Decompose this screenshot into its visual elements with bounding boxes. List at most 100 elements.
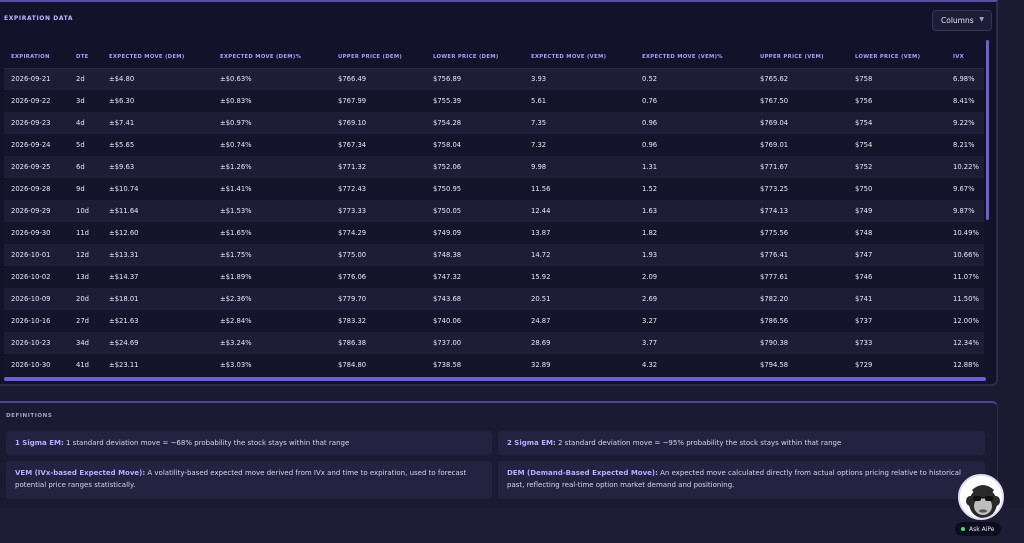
table-cell: $748 — [855, 229, 873, 237]
table-row[interactable]: 2026-09-28 9d ±$10.74 ±$1.41% $772.43 $750.95… — [4, 178, 984, 200]
column-header[interactable]: EXPECTED MOVE (VEM) — [524, 46, 635, 69]
table-body: 2026-09-21 2d ±$4.80 ±$0.63% $766.49 $756.89 3… — [4, 68, 984, 376]
columns-button-label: Columns — [941, 16, 974, 25]
table-cell: $769.04 — [760, 119, 789, 127]
table-cell: $771.67 — [760, 163, 789, 171]
columns-button[interactable]: Columns ▼ — [932, 10, 992, 31]
table-cell: $786.38 — [338, 339, 367, 347]
table-cell: $775.56 — [760, 229, 789, 237]
table-cell: 3.27 — [642, 317, 658, 325]
table-cell: ±$3.03% — [220, 361, 252, 369]
definition-text: 1 standard deviation move = ~68% probabi… — [63, 439, 350, 447]
column-header[interactable]: DTE — [69, 46, 102, 69]
table-cell: 2026-10-02 — [11, 273, 51, 281]
table-cell: $790.38 — [760, 339, 789, 347]
table-cell: 34d — [76, 339, 89, 347]
table-cell: $769.10 — [338, 119, 367, 127]
table-cell: ±$0.63% — [220, 75, 252, 84]
table-cell: ±$0.74% — [220, 141, 252, 149]
table-cell: ±$1.89% — [220, 273, 252, 281]
table-cell: ±$5.65 — [109, 141, 135, 149]
table-cell: $738.58 — [433, 361, 462, 369]
column-header[interactable]: EXPECTED MOVE (VEM)% — [635, 46, 753, 69]
table-cell: $729 — [855, 361, 873, 369]
column-header[interactable]: LOWER PRICE (DEM) — [426, 46, 524, 69]
table-cell: $767.34 — [338, 141, 367, 149]
definition-text: 2 standard deviation move = ~95% probabi… — [555, 439, 842, 447]
table-row[interactable]: 2026-10-16 27d ±$21.63 ±$2.84% $783.32 $740.0… — [4, 310, 984, 332]
table-row[interactable]: 2026-10-23 34d ±$24.69 ±$3.24% $786.38 $737.0… — [4, 332, 984, 354]
table-cell: ±$11.64 — [109, 207, 139, 215]
ask-assistant-button[interactable]: Ask AiPe — [955, 522, 1001, 536]
table-row[interactable]: 2026-09-23 4d ±$7.41 ±$0.97% $769.10 $754.28 7… — [4, 112, 984, 134]
table-cell: 12.88% — [953, 361, 979, 369]
table-cell: $758 — [855, 75, 873, 84]
table-cell: 1.52 — [642, 185, 658, 193]
chevron-down-icon: ▼ — [979, 16, 984, 23]
table-row[interactable]: 2026-09-21 2d ±$4.80 ±$0.63% $766.49 $756.89 3… — [4, 68, 984, 90]
table-cell: 41d — [76, 361, 89, 369]
table-cell: $754.28 — [433, 119, 462, 127]
table-cell: $782.20 — [760, 295, 789, 303]
table-cell: 14.72 — [531, 251, 551, 259]
vertical-scrollbar[interactable] — [986, 40, 989, 220]
footer-area — [0, 508, 1024, 543]
expiration-table-container[interactable]: EXPIRATION DTE EXPECTED MOVE (DEM) EXPEC… — [4, 46, 984, 376]
table-cell: 2.09 — [642, 273, 658, 281]
horizontal-scrollbar[interactable] — [4, 377, 986, 381]
table-row[interactable]: 2026-10-01 12d ±$13.31 ±$1.75% $775.00 $748.3… — [4, 244, 984, 266]
table-row[interactable]: 2026-10-30 41d ±$23.11 ±$3.03% $784.80 $738.5… — [4, 354, 984, 376]
assistant-avatar-button[interactable] — [958, 474, 1004, 520]
table-row[interactable]: 2026-09-30 11d ±$12.60 ±$1.65% $774.29 $749.0… — [4, 222, 984, 244]
table-cell: $769.01 — [760, 141, 789, 149]
table-cell: 2.69 — [642, 295, 658, 303]
column-header[interactable]: EXPECTED MOVE (DEM) — [102, 46, 213, 69]
definition-term: VEM (IVx-based Expected Move): — [15, 469, 146, 477]
table-cell: ±$0.97% — [220, 119, 252, 127]
table-cell: ±$13.31 — [109, 251, 139, 259]
column-header[interactable]: EXPECTED MOVE (DEM)% — [213, 46, 331, 69]
table-row[interactable]: 2026-10-02 13d ±$14.37 ±$1.89% $776.06 $747.3… — [4, 266, 984, 288]
table-row[interactable]: 2026-10-09 20d ±$18.01 ±$2.36% $779.70 $743.6… — [4, 288, 984, 310]
column-header[interactable]: UPPER PRICE (VEM) — [753, 46, 848, 69]
definition-card-2-sigma: 2 Sigma EM: 2 standard deviation move = … — [498, 431, 985, 455]
table-cell: $754 — [855, 141, 873, 149]
table-cell: 32.89 — [531, 361, 551, 369]
table-row[interactable]: 2026-09-22 3d ±$6.30 ±$0.83% $767.99 $755.39 5… — [4, 90, 984, 112]
table-cell: 24.87 — [531, 317, 551, 325]
definition-card-vem: VEM (IVx-based Expected Move): A volatil… — [6, 461, 492, 499]
column-header[interactable]: UPPER PRICE (DEM) — [331, 46, 426, 69]
column-header[interactable]: LOWER PRICE (VEM) — [848, 46, 946, 69]
table-cell: 1.82 — [642, 229, 658, 237]
table-cell: 2026-10-23 — [11, 339, 51, 347]
table-cell: $774.29 — [338, 229, 367, 237]
table-cell: 9d — [76, 185, 85, 193]
table-cell: 0.96 — [642, 141, 658, 149]
table-cell: $775.00 — [338, 251, 367, 259]
table-cell: 10.22% — [953, 163, 979, 171]
table-cell: ±$1.41% — [220, 185, 252, 193]
table-cell: $783.32 — [338, 317, 367, 325]
table-cell: 13d — [76, 273, 89, 281]
column-header[interactable]: EXPIRATION — [4, 46, 69, 69]
table-cell: $777.61 — [760, 273, 789, 281]
table-cell: $779.70 — [338, 295, 367, 303]
table-cell: 8.41% — [953, 97, 975, 105]
definition-term: DEM (Demand-Based Expected Move): — [507, 469, 658, 477]
table-cell: $747.32 — [433, 273, 462, 281]
table-cell: 2026-10-16 — [11, 317, 51, 325]
table-cell: ±$24.69 — [109, 339, 139, 347]
panel-title: EXPIRATION DATA — [4, 15, 74, 22]
table-row[interactable]: 2026-09-24 5d ±$5.65 ±$0.74% $767.34 $758.04 7… — [4, 134, 984, 156]
table-row[interactable]: 2026-09-25 6d ±$9.63 ±$1.26% $771.32 $752.06 9… — [4, 156, 984, 178]
table-cell: 9.87% — [953, 207, 975, 215]
table-cell: ±$4.80 — [109, 75, 135, 84]
table-row[interactable]: 2026-09-29 10d ±$11.64 ±$1.53% $773.33 $750.0… — [4, 200, 984, 222]
table-cell: 9.98 — [531, 163, 547, 171]
table-cell: 7.32 — [531, 141, 547, 149]
ask-assistant-label: Ask AiPe — [969, 525, 995, 533]
table-cell: 4.32 — [642, 361, 658, 369]
table-cell: ±$3.24% — [220, 339, 252, 347]
table-cell: 2026-09-24 — [11, 141, 51, 149]
column-header[interactable]: IVX — [946, 46, 984, 69]
